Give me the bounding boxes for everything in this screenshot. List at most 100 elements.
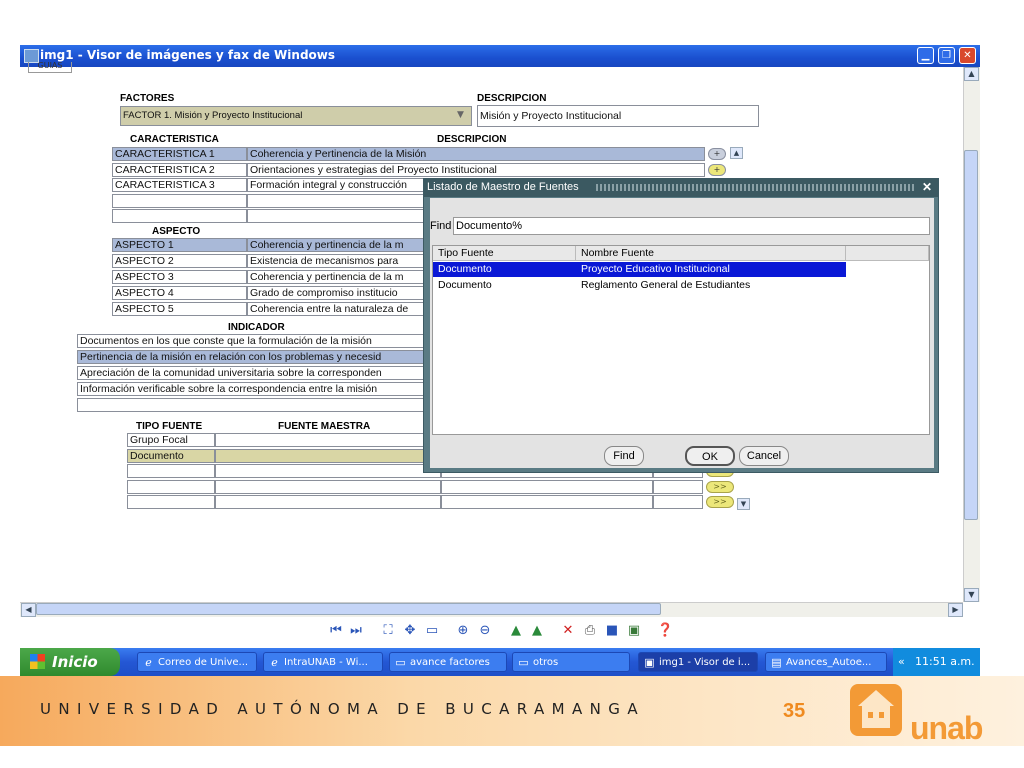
scroll-down-icon[interactable]: ▼	[737, 498, 750, 510]
horizontal-scroll-thumb[interactable]	[36, 603, 661, 615]
caracteristica-code-cell[interactable]: CARACTERISTICA 2	[112, 162, 247, 177]
taskbar-item-label: Correo de Unive...	[158, 657, 249, 668]
fuente-maestra-cell[interactable]	[215, 448, 441, 463]
next-arrow-button[interactable]: >>	[706, 496, 734, 508]
save-icon[interactable]: ■	[604, 623, 620, 639]
indicador-cell[interactable]: Pertinencia de la misión en relación con…	[77, 350, 427, 364]
print-icon[interactable]: ⎙	[582, 623, 598, 639]
add-icon[interactable]: +	[708, 164, 726, 176]
taskbar-item[interactable]: ▣ img1 - Visor de i...	[638, 652, 758, 672]
fuente-extra-cell[interactable]	[653, 495, 703, 509]
aspecto-desc-cell[interactable]: Coherencia y pertinencia de la m	[247, 270, 427, 284]
factor-select[interactable]: FACTOR 1. Misión y Proyecto Instituciona…	[120, 106, 472, 126]
chevron-down-icon[interactable]: ▼	[457, 110, 464, 120]
descripcion-field[interactable]: Misión y Proyecto Institucional	[477, 105, 759, 127]
indicador-cell[interactable]: Información verificable sobre la corresp…	[77, 382, 427, 396]
caracteristica-code-cell[interactable]	[112, 193, 247, 208]
tipo-fuente-cell[interactable]: Documento	[127, 448, 215, 463]
tipo-fuente-cell[interactable]: Grupo Focal	[127, 433, 215, 447]
help-icon[interactable]: ❓	[657, 623, 673, 639]
tray-expand-icon[interactable]: «	[898, 655, 905, 668]
rotate-counterclockwise-icon[interactable]: ▲	[529, 623, 545, 639]
scroll-down-icon[interactable]: ▼	[964, 588, 979, 602]
find-button[interactable]: Find	[604, 446, 644, 466]
caracteristica-code-cell[interactable]	[112, 209, 247, 223]
indicador-label: INDICADOR	[228, 322, 285, 333]
add-icon[interactable]: +	[708, 148, 726, 160]
list-cell-tipo[interactable]: Documento	[433, 278, 576, 293]
caracteristica-code-cell[interactable]: CARACTERISTICA 1	[112, 147, 247, 161]
tipo-fuente-cell[interactable]	[127, 495, 215, 509]
aspecto-code-cell[interactable]: ASPECTO 5	[112, 302, 247, 316]
indicador-cell[interactable]	[77, 398, 427, 412]
taskbar-item[interactable]: ℯ IntraUNAB - Wi...	[263, 652, 383, 672]
delete-icon[interactable]: ✕	[560, 623, 576, 639]
fuente-detalle-cell[interactable]	[441, 479, 653, 494]
page-number: 35	[783, 700, 806, 722]
fuente-maestra-cell[interactable]	[215, 464, 441, 478]
find-input[interactable]	[453, 217, 930, 235]
list-cell-tipo[interactable]: Documento	[433, 262, 576, 277]
aspecto-code-cell[interactable]: ASPECTO 2	[112, 254, 247, 268]
list-cell-nombre[interactable]: Proyecto Educativo Institucional	[576, 262, 846, 277]
zoom-in-icon[interactable]: ⊕	[455, 623, 471, 639]
fuente-extra-cell[interactable]	[653, 479, 703, 494]
rotate-clockwise-icon[interactable]: ▲	[508, 623, 524, 639]
clock[interactable]: 11:51 a.m.	[915, 655, 975, 668]
zoom-out-icon[interactable]: ⊖	[477, 623, 493, 639]
start-label: Inicio	[52, 653, 98, 671]
previous-image-icon[interactable]: ⏮	[328, 623, 344, 639]
open-with-icon[interactable]: ▣	[626, 623, 642, 639]
column-header-tipo[interactable]: Tipo Fuente	[433, 246, 576, 261]
window-titlebar[interactable]: img1 - Visor de imágenes y fax de Window…	[20, 45, 980, 67]
taskbar-item[interactable]: ▭ otros	[512, 652, 630, 672]
caracteristica-desc-cell[interactable]: Coherencia y Pertinencia de la Misión	[247, 147, 705, 161]
factores-label: FACTORES	[120, 93, 175, 104]
fuente-maestra-cell[interactable]	[215, 495, 441, 509]
list-cell-nombre[interactable]: Reglamento General de Estudiantes	[576, 278, 846, 293]
aspecto-code-cell[interactable]: ASPECTO 1	[112, 238, 247, 252]
scroll-left-icon[interactable]: ◀	[21, 603, 36, 617]
aspecto-desc-cell[interactable]: Coherencia y pertinencia de la m	[247, 238, 427, 252]
fuente-maestra-cell[interactable]	[215, 479, 441, 494]
next-image-icon[interactable]: ⏭	[348, 623, 364, 639]
taskbar-item[interactable]: ▤ Avances_Autoe...	[765, 652, 887, 672]
caracteristica-desc-cell[interactable]: Orientaciones y estrategias del Proyecto…	[247, 162, 705, 177]
dialog-titlebar[interactable]: Listado de Maestro de Fuentes ✕	[424, 179, 938, 197]
close-button[interactable]: ✕	[959, 47, 976, 64]
maximize-button[interactable]: ❐	[938, 47, 955, 64]
minimize-button[interactable]: ▁	[917, 47, 934, 64]
tipo-fuente-cell[interactable]	[127, 464, 215, 478]
cancel-button[interactable]: Cancel	[739, 446, 789, 466]
aspecto-desc-cell[interactable]: Existencia de mecanismos para	[247, 254, 427, 268]
start-button[interactable]: Inicio	[20, 648, 120, 676]
indicador-cell[interactable]: Apreciación de la comunidad universitari…	[77, 366, 427, 380]
aspecto-desc-cell[interactable]: Grado de compromiso institucio	[247, 286, 427, 300]
close-icon[interactable]: ✕	[922, 180, 932, 194]
tab-guias[interactable]: GUIAS	[28, 62, 72, 73]
aspecto-code-cell[interactable]: ASPECTO 4	[112, 286, 247, 300]
scroll-right-icon[interactable]: ▶	[948, 603, 963, 617]
next-arrow-button[interactable]: >>	[706, 480, 734, 493]
aspecto-code-cell[interactable]: ASPECTO 3	[112, 270, 247, 284]
taskbar-item[interactable]: ▭ avance factores	[389, 652, 507, 672]
fuente-detalle-cell[interactable]	[441, 495, 653, 509]
taskbar-item[interactable]: ℯ Correo de Unive...	[137, 652, 257, 672]
slideshow-icon[interactable]: ▭	[424, 623, 440, 639]
column-header-nombre[interactable]: Nombre Fuente	[576, 246, 846, 261]
vertical-scroll-thumb[interactable]	[964, 150, 978, 520]
caracteristica-label: CARACTERISTICA	[130, 134, 219, 145]
scroll-up-icon[interactable]: ▲	[730, 147, 743, 159]
actual-size-icon[interactable]: ✥	[402, 623, 418, 639]
tipo-fuente-cell[interactable]	[127, 479, 215, 494]
best-fit-icon[interactable]: ⛶	[380, 623, 396, 639]
aspecto-desc-cell[interactable]: Coherencia entre la naturaleza de	[247, 302, 427, 316]
caracteristica-code-cell[interactable]: CARACTERISTICA 3	[112, 178, 247, 192]
logo-text: unab	[910, 710, 983, 746]
indicador-cell[interactable]: Documentos en los que conste que la form…	[77, 334, 427, 348]
fuente-maestra-cell[interactable]	[215, 433, 441, 447]
ok-button[interactable]: OK	[685, 446, 735, 466]
taskbar-item-label: Avances_Autoe...	[786, 657, 872, 668]
scroll-up-icon[interactable]: ▲	[964, 67, 979, 81]
caracteristica-desc-label: DESCRIPCION	[437, 134, 507, 145]
